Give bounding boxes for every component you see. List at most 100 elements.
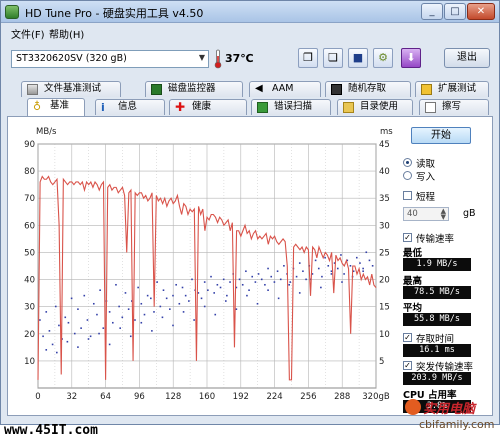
copy-text-button[interactable]: ❏ bbox=[323, 48, 343, 68]
read-radio[interactable] bbox=[403, 158, 412, 167]
options-button[interactable]: ⚙ bbox=[373, 48, 393, 68]
read-label: 读取 bbox=[416, 159, 436, 170]
access-time-point bbox=[341, 281, 343, 283]
tab-error-scan[interactable]: 错误扫描 bbox=[251, 99, 331, 115]
speaker-icon: ◀ bbox=[255, 83, 263, 94]
down-arrow-button[interactable]: ⬇ bbox=[401, 48, 421, 68]
y-right-tick-label: 40 bbox=[379, 167, 390, 177]
access-time-point bbox=[108, 343, 111, 346]
benchmark-panel: 90 80 70 60 50 40 30 20 10 45 40 35 30 25 20 15 10 5 0 32 64… bbox=[7, 116, 493, 416]
random-access-icon bbox=[331, 84, 342, 95]
tab-folder-usage[interactable]: 目录使用 bbox=[337, 99, 413, 115]
access-time-point bbox=[143, 313, 146, 316]
thermometer-icon bbox=[214, 49, 222, 69]
tab-file-benchmark[interactable]: 文件基准测试 bbox=[21, 81, 121, 97]
access-time-point bbox=[298, 292, 301, 294]
access-time-point bbox=[213, 292, 215, 294]
access-time-point bbox=[77, 346, 79, 348]
short-stroke-value: 40 bbox=[407, 209, 418, 219]
access-time-checkbox[interactable]: ✓ bbox=[403, 333, 412, 342]
erase-icon bbox=[425, 102, 436, 113]
menu-help[interactable]: 帮助(H) bbox=[49, 26, 84, 41]
tab-label: AAM bbox=[272, 83, 294, 94]
x-tick-label: 0 bbox=[35, 392, 40, 402]
access-time-point bbox=[92, 302, 95, 305]
access-time-point bbox=[246, 294, 248, 297]
tab-benchmark[interactable]: ♁ 基准 bbox=[27, 98, 85, 116]
access-time-point bbox=[229, 281, 231, 283]
transfer-rate-checkbox[interactable]: ✓ bbox=[403, 233, 412, 242]
short-stroke-input[interactable]: 40 ▲ ▼ bbox=[403, 207, 449, 221]
tab-aam[interactable]: ◀ AAM bbox=[249, 81, 321, 97]
access-time-point bbox=[343, 273, 345, 275]
access-time-point bbox=[140, 302, 143, 305]
access-time-point bbox=[254, 281, 257, 283]
access-time-point bbox=[222, 278, 225, 281]
maximize-button[interactable]: □ bbox=[444, 3, 466, 20]
access-time-point bbox=[178, 302, 181, 305]
y-right-tick-label: 15 bbox=[379, 303, 390, 313]
minimum-label: 最低 bbox=[403, 248, 423, 259]
save-button[interactable]: ■ bbox=[348, 48, 368, 68]
access-time-point bbox=[241, 283, 244, 286]
access-time-point bbox=[137, 286, 139, 289]
tab-label: 基准 bbox=[50, 100, 70, 111]
x-tick-label: 256 bbox=[300, 392, 316, 402]
close-button[interactable]: ✕ bbox=[467, 3, 495, 20]
tab-label: 错误扫描 bbox=[274, 101, 313, 112]
access-time-point bbox=[115, 283, 117, 286]
y-right-tick-label: 30 bbox=[379, 221, 390, 231]
access-time-point bbox=[264, 283, 266, 286]
access-time-point bbox=[77, 308, 79, 310]
y-left-tick-label: 70 bbox=[24, 194, 35, 204]
short-stroke-checkbox[interactable] bbox=[403, 191, 412, 200]
access-time-point bbox=[302, 270, 304, 273]
toolbar: ST3320620SV (320 gB) ▼ 37℃ ❐ ❏ ■ ⚙ ⬇ 退出 bbox=[1, 41, 499, 73]
access-time-point bbox=[151, 330, 153, 332]
x-tick-label: 128 bbox=[165, 392, 181, 402]
access-time-point bbox=[226, 294, 228, 297]
y-left-tick-label: 40 bbox=[24, 276, 35, 286]
minimize-button[interactable]: _ bbox=[421, 3, 443, 20]
access-time-point bbox=[64, 316, 67, 319]
access-time-point bbox=[188, 300, 190, 302]
access-time-point bbox=[321, 275, 323, 278]
access-time-point bbox=[298, 262, 301, 264]
burst-rate-checkbox[interactable]: ✓ bbox=[403, 361, 412, 370]
menu-file[interactable]: 文件(F) bbox=[11, 26, 45, 41]
access-time-point bbox=[256, 302, 259, 305]
tab-health[interactable]: ✚ 健康 bbox=[169, 99, 247, 115]
access-time-point bbox=[169, 308, 171, 310]
maximum-value: 78.5 MB/s bbox=[403, 286, 471, 299]
access-time-point bbox=[216, 283, 219, 286]
file-benchmark-icon bbox=[27, 84, 38, 95]
title-bar[interactable]: HD Tune Pro - 硬盘实用工具 v4.50 _ □ ✕ bbox=[1, 1, 499, 23]
start-button[interactable]: 开始 bbox=[411, 127, 471, 144]
benchmark-chart: 908070605040302010454035302520151050 32 64… bbox=[24, 127, 393, 402]
tab-info[interactable]: i 信息 bbox=[95, 99, 165, 115]
access-time-point bbox=[66, 340, 69, 343]
access-time-point bbox=[127, 308, 130, 310]
logo-mark bbox=[405, 399, 421, 415]
tab-erase[interactable]: 擦写 bbox=[419, 99, 489, 115]
access-time-point bbox=[191, 278, 193, 281]
copy-info-button[interactable]: ❐ bbox=[298, 48, 318, 68]
exit-button[interactable]: 退出 bbox=[444, 48, 490, 68]
write-radio[interactable] bbox=[403, 171, 412, 180]
down-arrow-icon: ⬇ bbox=[406, 51, 416, 64]
drive-select[interactable]: ST3320620SV (320 gB) ▼ bbox=[11, 50, 209, 68]
average-value: 55.8 MB/s bbox=[403, 313, 471, 326]
spinner-icon: ▲ ▼ bbox=[440, 207, 446, 221]
access-time-point bbox=[340, 254, 342, 256]
temperature-readout: 37℃ bbox=[225, 52, 254, 65]
access-time-point bbox=[238, 278, 241, 281]
access-time-point bbox=[279, 278, 282, 281]
access-time-point bbox=[314, 259, 317, 262]
tab-extra-tests[interactable]: 扩展测试 bbox=[415, 81, 489, 97]
access-time-point bbox=[362, 267, 364, 270]
y-left-axis-label: MB/s bbox=[36, 127, 57, 137]
options-icon: ⚙ bbox=[378, 51, 388, 64]
tab-random-access[interactable]: 随机存取 bbox=[325, 81, 411, 97]
tab-disk-monitor[interactable]: 磁盘监控器 bbox=[145, 81, 243, 97]
access-time-point bbox=[48, 330, 51, 332]
